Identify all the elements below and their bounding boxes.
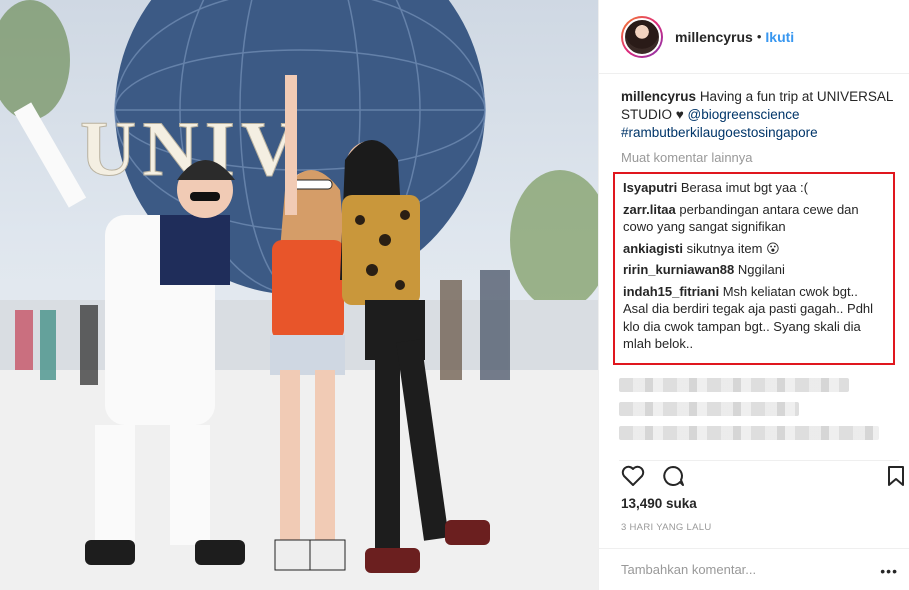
add-comment-input[interactable] (621, 562, 871, 577)
like-count[interactable]: 13,490 suka (621, 496, 697, 511)
add-comment-bar: ••• (599, 548, 909, 590)
caption-mention[interactable]: @biogreenscience (688, 107, 800, 122)
more-options-icon[interactable]: ••• (880, 563, 898, 579)
blurred-comment-line (619, 426, 879, 440)
caption-username[interactable]: millencyrus (621, 89, 696, 104)
photo-illustration: UNIV (0, 0, 598, 590)
comment-item: zarr.litaa perbandingan antara cewe dan … (623, 201, 885, 236)
follow-button[interactable]: Ikuti (765, 29, 794, 45)
action-bar (619, 460, 904, 492)
blurred-comments (619, 368, 889, 463)
post-photo[interactable]: UNIV (0, 0, 598, 590)
blurred-comment-line (619, 402, 799, 416)
comment-item: ririn_kurniawan88 Nggilani (623, 261, 885, 279)
load-more-comments[interactable]: Muat komentar lainnya (599, 142, 909, 165)
comment-item: ankiagisti sikutnya item 😮 (623, 240, 885, 258)
highlighted-comments: Isyaputri Berasa imut bgt yaa :( zarr.li… (613, 172, 895, 365)
comment-text: Berasa imut bgt yaa :( (680, 180, 808, 195)
post-details-panel: millencyrus • Ikuti millencyrus Having a… (598, 0, 909, 590)
heart-icon[interactable] (621, 465, 645, 492)
post-caption: millencyrus Having a fun trip at UNIVERS… (599, 74, 909, 142)
post-timestamp: 3 HARI YANG LALU (621, 522, 712, 533)
comment-text: sikutnya item 😮 (686, 240, 780, 256)
comment-username[interactable]: ankiagisti (623, 241, 683, 256)
comment-username[interactable]: indah15_fitriani (623, 284, 719, 299)
avatar[interactable] (621, 15, 663, 58)
comment-username[interactable]: Isyaputri (623, 180, 677, 195)
comment-item: indah15_fitriani Msh keliatan cwok bgt..… (623, 283, 885, 353)
comment-username[interactable]: zarr.litaa (623, 202, 676, 217)
comment-text: Nggilani (737, 262, 785, 277)
header-separator: • (756, 29, 762, 44)
comment-item: Isyaputri Berasa imut bgt yaa :( (623, 179, 885, 197)
bookmark-icon[interactable] (887, 465, 905, 492)
post-header: millencyrus • Ikuti (599, 0, 909, 74)
comment-icon[interactable] (661, 465, 685, 492)
comment-username[interactable]: ririn_kurniawan88 (623, 262, 734, 277)
header-username[interactable]: millencyrus (675, 29, 753, 45)
blurred-comment-line (619, 378, 849, 392)
caption-hashtag[interactable]: #rambutberkilaugoestosingapore (621, 125, 818, 140)
